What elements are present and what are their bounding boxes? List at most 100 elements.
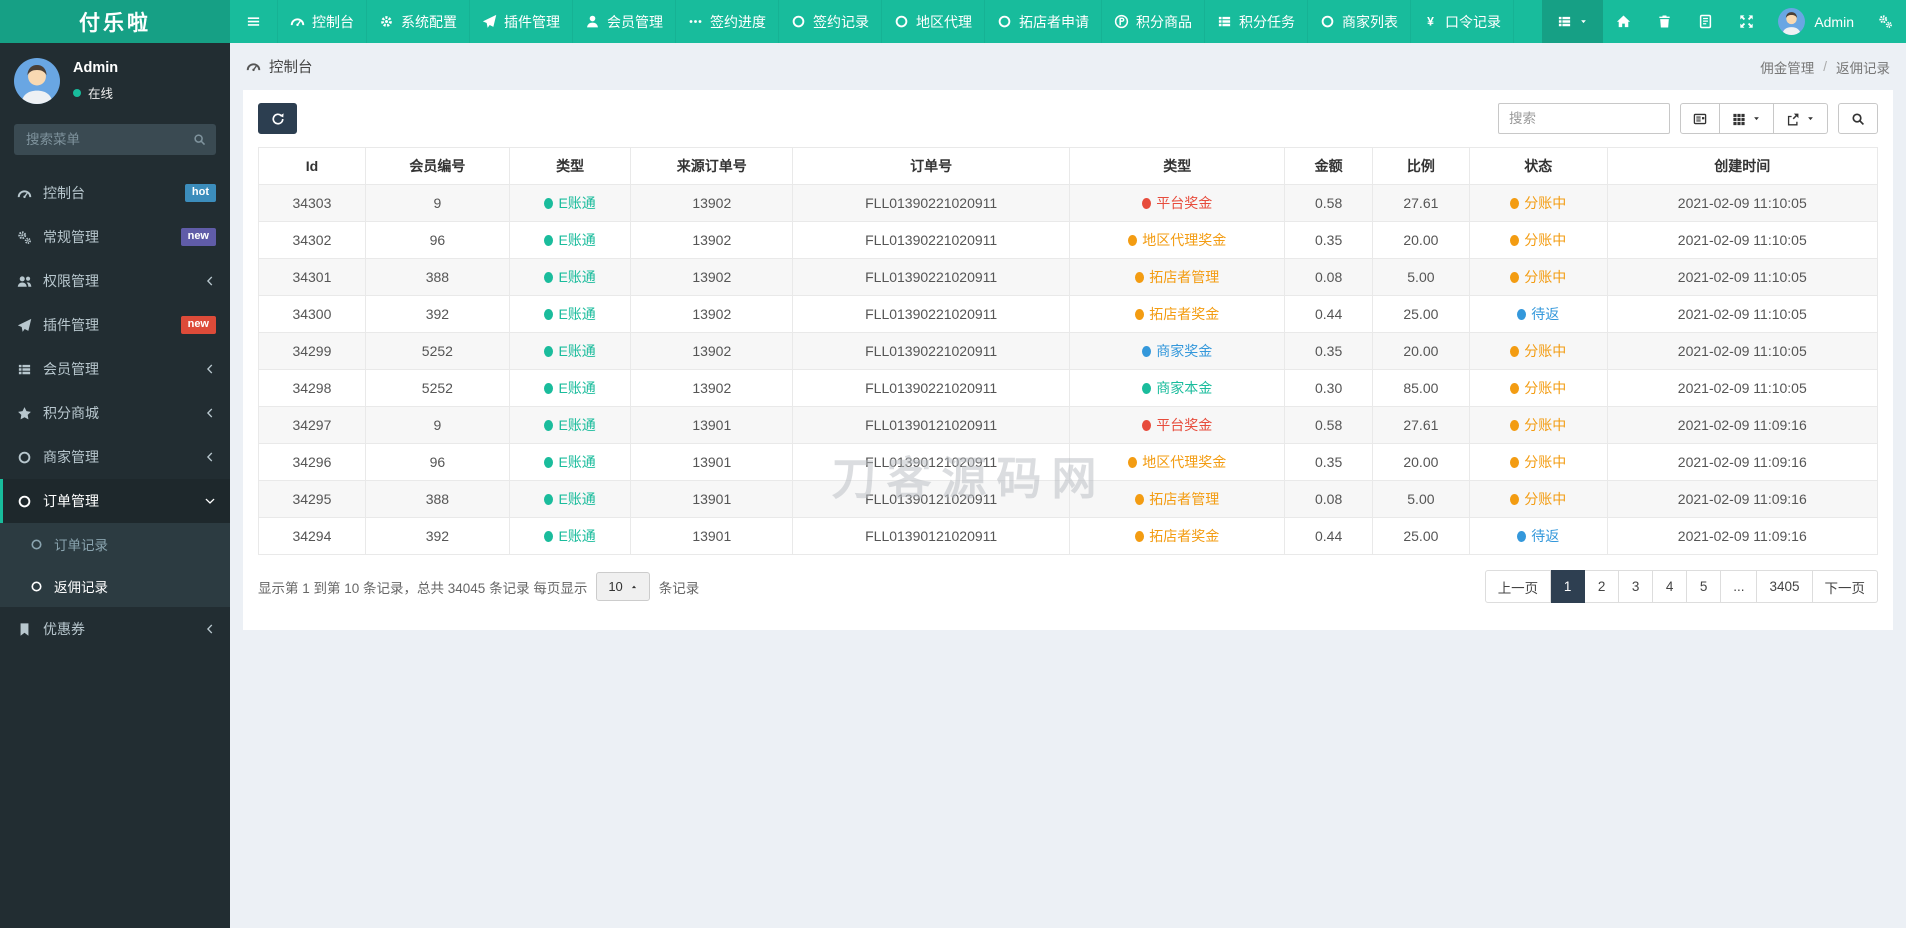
breadcrumb-home[interactable]: 控制台: [269, 56, 313, 77]
sidebar-search-input[interactable]: [14, 124, 183, 155]
search-button[interactable]: [1838, 103, 1878, 134]
cell-status: 分账中: [1468, 480, 1608, 518]
sidebar-item-member[interactable]: 会员管理: [0, 347, 230, 391]
column-header[interactable]: 会员编号: [364, 147, 510, 185]
columns-button[interactable]: [1720, 103, 1774, 134]
sidebar-item-points-mall[interactable]: 积分商城: [0, 391, 230, 435]
sidebar-item-general[interactable]: 常规管理 new: [0, 215, 230, 259]
brand-logo[interactable]: 付乐啦: [0, 0, 230, 43]
fullscreen-button[interactable]: [1726, 0, 1767, 43]
topnav-item-merchant-list[interactable]: 商家列表: [1308, 0, 1411, 43]
page-button[interactable]: 1: [1551, 570, 1586, 603]
page-button[interactable]: 3: [1619, 570, 1654, 603]
table-row: 34294 392 E账通 13901 FLL01390121020911 拓店…: [258, 517, 1879, 555]
sidebar-item-permission[interactable]: 权限管理: [0, 259, 230, 303]
page-button[interactable]: ...: [1721, 570, 1758, 603]
cell-reward-type: 商家奖金: [1069, 332, 1286, 370]
sidebar-search-button[interactable]: [183, 124, 216, 155]
topnav-item-system-config[interactable]: 系统配置: [367, 0, 470, 43]
status-dot-icon: [1510, 419, 1520, 431]
sidebar-item-merchant[interactable]: 商家管理: [0, 435, 230, 479]
column-header[interactable]: 类型: [1069, 147, 1286, 185]
cell-created-at: 2021-02-09 11:10:05: [1606, 332, 1879, 370]
topnav-item-dashboard[interactable]: 控制台: [278, 0, 367, 43]
columns-icon: [1732, 112, 1746, 126]
list-icon: [1557, 14, 1572, 29]
sidebar-menu-entry: 订单管理 订单记录 返佣记录: [0, 479, 230, 607]
records-summary-suffix: 条记录: [658, 580, 700, 596]
cell-order-no: FLL01390221020911: [792, 221, 1071, 259]
page-button[interactable]: 下一页: [1812, 570, 1878, 603]
topnav-item-region-agent[interactable]: 地区代理: [882, 0, 985, 43]
sidebar-subitem-label: 返佣记录: [54, 580, 108, 595]
home-button[interactable]: [1603, 0, 1644, 43]
sidebar-toggle-button[interactable]: [230, 0, 278, 43]
topnav-item-shop-developer-apply[interactable]: 拓店者申请: [985, 0, 1102, 43]
trash-icon: [1657, 14, 1672, 29]
circle-icon: [791, 14, 806, 29]
records-table: Id 会员编号 类型 来源订单号 订单号 类型 金额 比例 状态 创建时间 34303 9 E账通…: [258, 147, 1879, 555]
account-type-tag: E账通: [544, 378, 596, 398]
column-header[interactable]: Id: [258, 147, 366, 185]
topnav-item-password-records[interactable]: 口令记录: [1411, 0, 1514, 43]
sidebar-item-order[interactable]: 订单管理: [0, 479, 230, 523]
topnav-item-points-tasks[interactable]: 积分任务: [1205, 0, 1308, 43]
page-button[interactable]: 上一页: [1484, 570, 1552, 603]
column-header[interactable]: 创建时间: [1606, 147, 1879, 185]
column-header[interactable]: 来源订单号: [630, 147, 794, 185]
sidebar-subitem-rebate-records[interactable]: 返佣记录: [0, 565, 230, 607]
user-menu[interactable]: Admin: [1767, 0, 1865, 43]
cell-reward-type: 平台奖金: [1069, 184, 1286, 222]
table-search-input[interactable]: [1498, 103, 1670, 134]
cell-ratio: 85.00: [1371, 369, 1470, 407]
records-summary: 显示第 1 到第 10 条记录，总共 34045 条记录 每页显示: [258, 580, 588, 596]
pagination-item: 上一页: [1484, 570, 1552, 603]
page-size-select[interactable]: 10: [596, 572, 650, 601]
column-header[interactable]: 订单号: [792, 147, 1071, 185]
trash-button[interactable]: [1644, 0, 1685, 43]
topnav-item-plugin[interactable]: 插件管理: [470, 0, 573, 43]
cell-amount: 0.30: [1284, 369, 1373, 407]
sidebar-menu-entry: 优惠券: [0, 607, 230, 651]
breadcrumb-bar: 控制台 佣金管理 / 返佣记录: [230, 43, 1906, 90]
cell-status: 分账中: [1468, 369, 1608, 407]
column-header[interactable]: 比例: [1371, 147, 1470, 185]
toggle-view-button[interactable]: [1680, 103, 1720, 134]
sidebar-item-dashboard[interactable]: 控制台 hot: [0, 171, 230, 215]
nav-list-dropdown-button[interactable]: [1542, 0, 1604, 43]
user-status-label: 在线: [88, 87, 114, 101]
refresh-button[interactable]: [258, 103, 297, 134]
topnav-item-sign-records[interactable]: 签约记录: [779, 0, 882, 43]
sidebar-subitem-label: 订单记录: [54, 538, 108, 553]
page-button[interactable]: 5: [1687, 570, 1722, 603]
page-button[interactable]: 4: [1653, 570, 1688, 603]
cell-account-type: E账通: [508, 184, 632, 222]
export-button[interactable]: [1774, 103, 1828, 134]
sidebar-item-plugin[interactable]: 插件管理 new: [0, 303, 230, 347]
status-dot-icon: [1510, 493, 1520, 505]
page-button[interactable]: 2: [1585, 570, 1620, 603]
status-dot-icon: [1510, 197, 1520, 209]
column-header[interactable]: 金额: [1284, 147, 1373, 185]
column-header[interactable]: 类型: [508, 147, 632, 185]
paper-plane-icon: [17, 318, 32, 333]
topnav-item-sign-progress[interactable]: 签约进度: [676, 0, 779, 43]
breadcrumb-parent[interactable]: 佣金管理: [1760, 57, 1814, 77]
sidebar-item-coupon[interactable]: 优惠券: [0, 607, 230, 651]
sidebar-subitem-order-records[interactable]: 订单记录: [0, 523, 230, 565]
chevron-left-icon: [204, 407, 216, 419]
dashboard-icon: [17, 186, 32, 201]
page-button[interactable]: 3405: [1757, 570, 1813, 603]
status-dot-icon: [544, 234, 554, 246]
status-dot-icon: [1510, 382, 1520, 394]
topnav-item-member[interactable]: 会员管理: [573, 0, 676, 43]
caret-down-icon: [1752, 114, 1761, 123]
cell-source-order-no: 13902: [630, 332, 794, 370]
log-button[interactable]: [1685, 0, 1726, 43]
cell-reward-type: 地区代理奖金: [1069, 443, 1286, 481]
cell-status: 待返: [1468, 295, 1608, 333]
settings-button[interactable]: [1865, 0, 1906, 43]
topnav-item-points-goods[interactable]: 积分商品: [1102, 0, 1205, 43]
column-header[interactable]: 状态: [1468, 147, 1608, 185]
refresh-icon: [271, 112, 285, 126]
